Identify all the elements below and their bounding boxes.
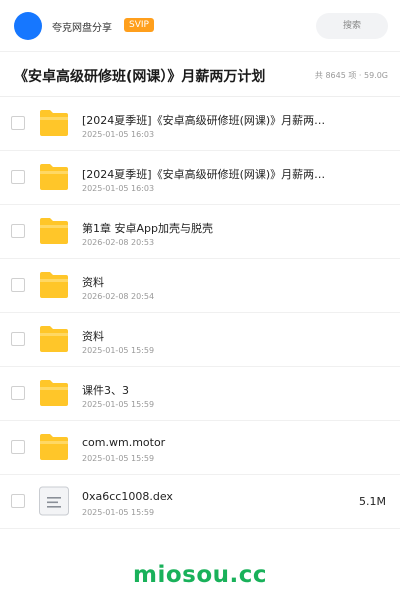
select-checkbox[interactable] [11, 440, 25, 454]
file-row[interactable]: com.wm.motor 2025-01-05 15:59 [0, 421, 400, 475]
folder-icon [38, 108, 70, 138]
svip-badge: SVIP [124, 18, 154, 32]
page-title: 《安卓高级研修班(网课）》月薪两万计划 [14, 69, 266, 85]
select-checkbox[interactable] [11, 224, 25, 238]
file-date: 2025-01-05 16:03 [82, 130, 155, 139]
file-date: 2025-01-05 15:59 [82, 508, 155, 517]
select-checkbox[interactable] [11, 278, 25, 292]
folder-icon [38, 270, 70, 300]
file-name[interactable]: 第1章 安卓App加壳与脱壳 [82, 220, 332, 236]
file-row[interactable]: 课件3、3 2025-01-05 15:59 [0, 367, 400, 421]
folder-icon [38, 432, 70, 462]
share-title: 夸克网盘分享 [52, 23, 112, 34]
file-name[interactable]: com.wm.motor [82, 436, 332, 449]
file-row[interactable]: 资料 2025-01-05 15:59 [0, 313, 400, 367]
select-checkbox[interactable] [11, 170, 25, 184]
file-row[interactable]: 资料 2026-02-08 20:54 [0, 259, 400, 313]
file-date: 2025-01-05 15:59 [82, 400, 155, 409]
select-checkbox[interactable] [11, 116, 25, 130]
file-date: 2026-02-08 20:54 [82, 292, 155, 301]
file-date: 2025-01-05 15:59 [82, 454, 155, 463]
folder-icon [38, 378, 70, 408]
file-list: [2024夏季班]《安卓高级研修班(网课)》月薪两… 2025-01-05 16:… [0, 97, 400, 529]
file-row[interactable]: 0xa6cc1008.dex 2025-01-05 15:59 5.1M [0, 475, 400, 529]
file-row[interactable]: [2024夏季班]《安卓高级研修班(网课)》月薪两… 2025-01-05 16:… [0, 151, 400, 205]
select-checkbox[interactable] [11, 494, 25, 508]
file-name[interactable]: 资料 [82, 328, 332, 344]
watermark-text: miosou.cc [132, 562, 268, 588]
avatar[interactable] [14, 12, 42, 40]
select-checkbox[interactable] [11, 332, 25, 346]
file-name[interactable]: 课件3、3 [82, 382, 332, 398]
file-row[interactable]: [2024夏季班]《安卓高级研修班(网课)》月薪两… 2025-01-05 16:… [0, 97, 400, 151]
folder-icon [38, 216, 70, 246]
file-name[interactable]: 资料 [82, 274, 332, 290]
file-row[interactable]: 第1章 安卓App加壳与脱壳 2026-02-08 20:53 [0, 205, 400, 259]
file-name[interactable]: [2024夏季班]《安卓高级研修班(网课)》月薪两… [82, 112, 332, 128]
item-summary: 共 8645 项 · 59.0G [314, 71, 388, 80]
file-date: 2026-02-08 20:53 [82, 238, 155, 247]
app-header: 夸克网盘分享 SVIP 搜索 [0, 0, 400, 52]
folder-icon [38, 324, 70, 354]
share-title-row: 《安卓高级研修班(网课）》月薪两万计划 共 8645 项 · 59.0G [0, 52, 400, 97]
file-icon [38, 486, 70, 516]
file-date: 2025-01-05 16:03 [82, 184, 155, 193]
file-date: 2025-01-05 15:59 [82, 346, 155, 355]
search-button[interactable]: 搜索 [316, 13, 388, 39]
file-name[interactable]: 0xa6cc1008.dex [82, 490, 332, 503]
folder-icon [38, 162, 70, 192]
file-size: 5.1M [359, 495, 386, 508]
select-checkbox[interactable] [11, 386, 25, 400]
file-name[interactable]: [2024夏季班]《安卓高级研修班(网课)》月薪两… [82, 166, 332, 182]
